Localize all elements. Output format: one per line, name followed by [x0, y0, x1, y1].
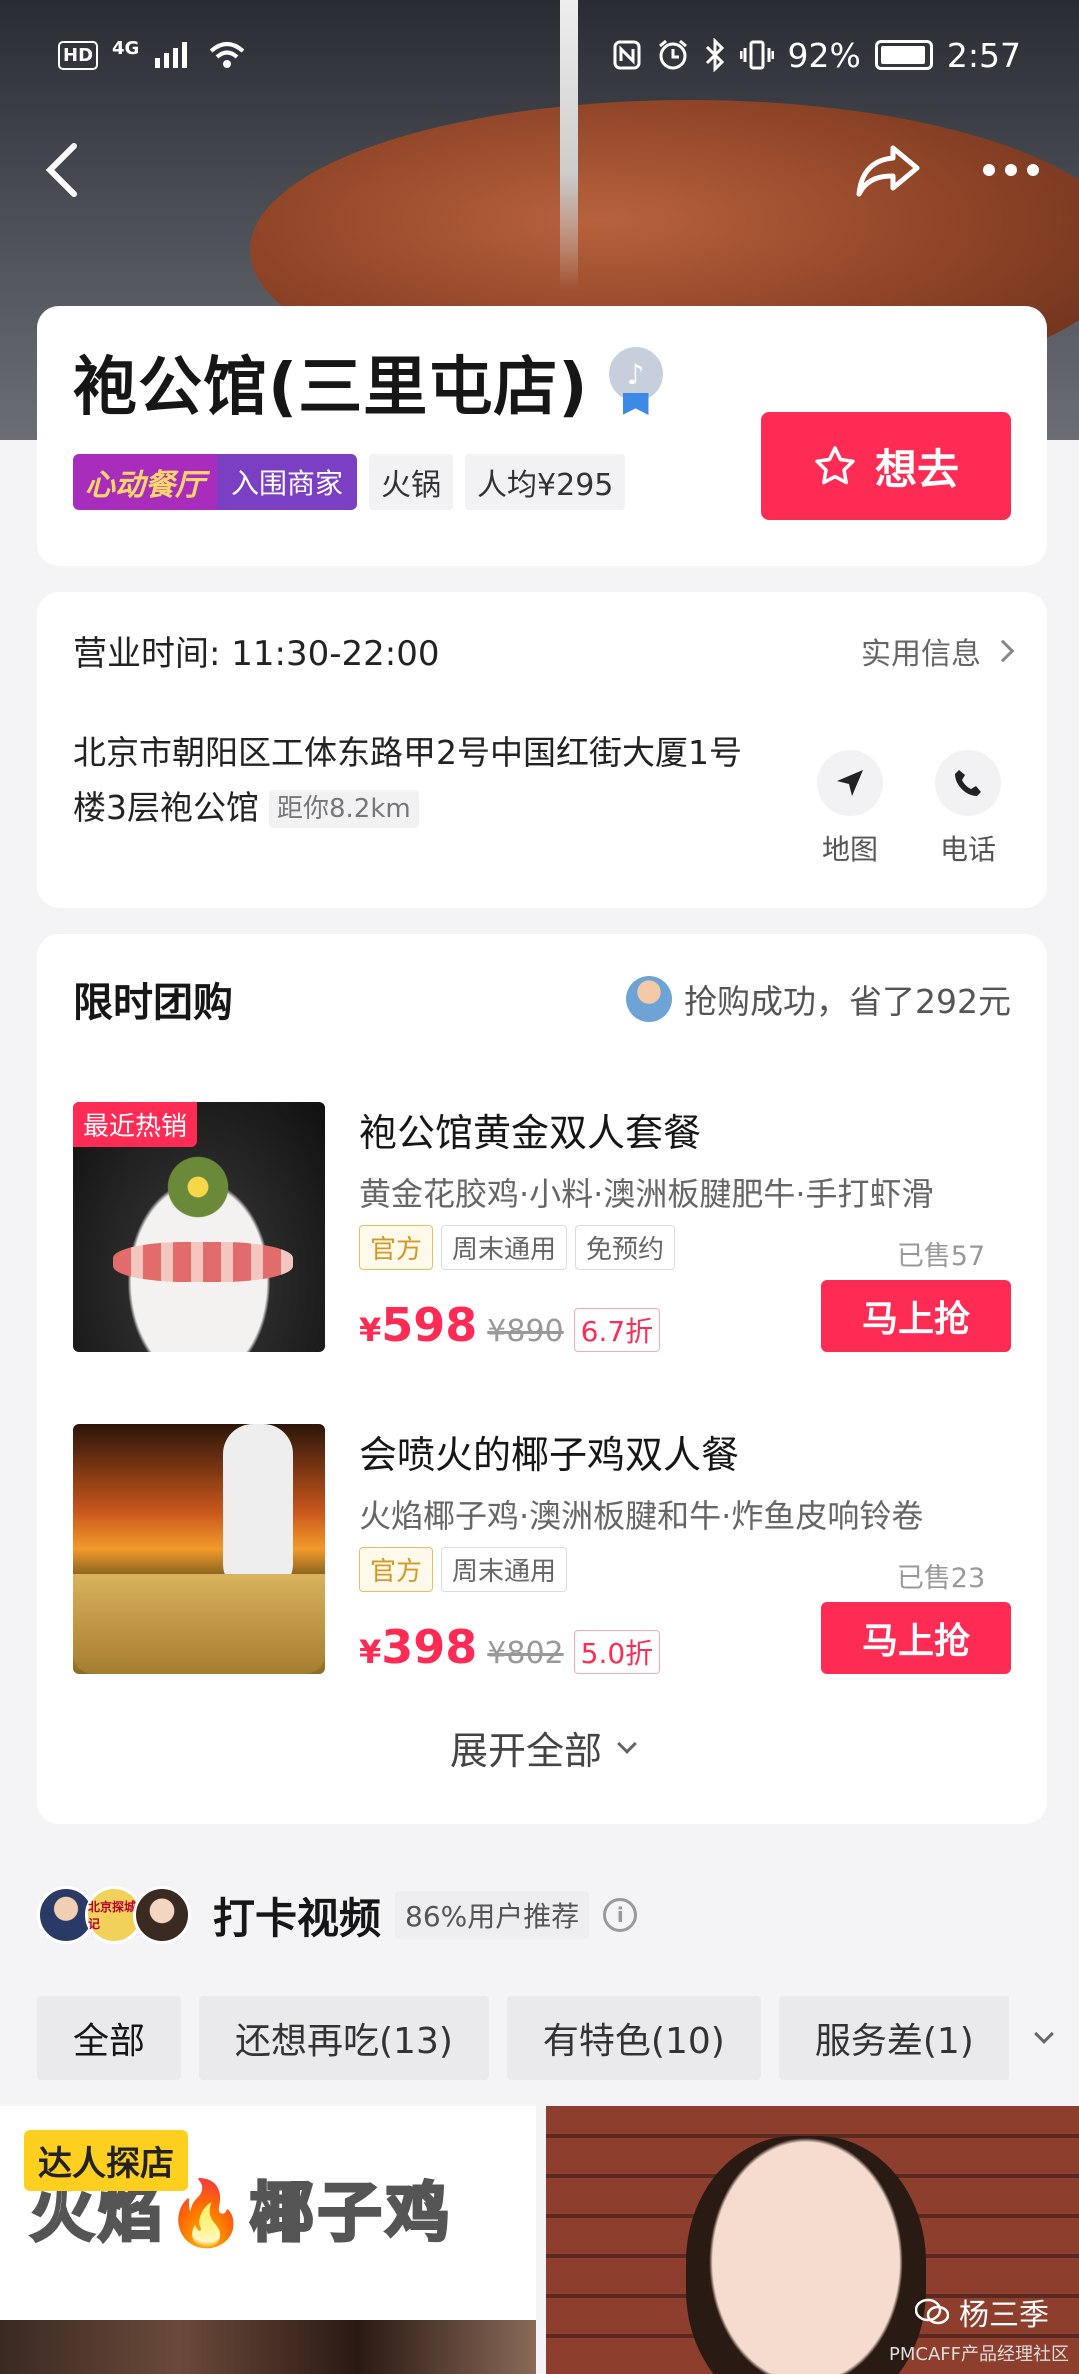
deal-note: 抢购成功，省了292元: [626, 975, 1011, 1023]
deal-description: 黄金花胶鸡·小料·澳洲板腱肥牛·手打虾滑: [359, 1175, 934, 1213]
star-icon: [815, 446, 855, 485]
deal-thumbnail: 最近热销: [73, 1102, 325, 1352]
navigation-arrow-icon: [837, 770, 863, 796]
want-label: 想去: [874, 444, 959, 494]
award-badge[interactable]: 心动餐厅 入围商家: [73, 454, 358, 510]
deal-thumbnail: [73, 1424, 325, 1674]
verified-badge-icon: ♪: [608, 347, 665, 417]
sold-count: 已售57: [896, 1241, 986, 1272]
weekend-tag: 周末通用: [441, 1547, 568, 1592]
practical-info-link[interactable]: 实用信息: [861, 629, 1015, 673]
hd-indicator: HD: [58, 40, 99, 70]
store-card: 袍公馆(三里屯店) ♪ 心动餐厅 入围商家 火锅 人均¥295 想去: [37, 306, 1047, 566]
avg-price-tag: 人均¥295: [465, 454, 626, 510]
award-logo: 心动餐厅: [73, 454, 217, 510]
deal-name: 袍公馆黄金双人套餐: [359, 1111, 702, 1155]
battery-icon: [874, 40, 933, 70]
price-currency: ¥: [359, 1633, 382, 1671]
back-arrow-icon[interactable]: [40, 140, 84, 200]
address[interactable]: 北京市朝阳区工体东路甲2号中国红街大厦1号楼3层袍公馆 距你8.2km: [73, 725, 773, 837]
video-person-image: [686, 2136, 926, 2374]
group-deals-card: 限时团购 抢购成功，省了292元 最近热销 袍公馆黄金双人套餐 黄金花胶鸡·小料…: [37, 934, 1047, 1824]
deal-description: 火焰椰子鸡·澳洲板腱和牛·炸鱼皮响铃卷: [359, 1497, 924, 1535]
checkin-videos-header: 北京探城记 打卡视频 86%用户推荐 i: [37, 1880, 1047, 1950]
award-label: 入围商家: [217, 454, 358, 510]
deal-item[interactable]: 最近热销 袍公馆黄金双人套餐 黄金花胶鸡·小料·澳洲板腱肥牛·手打虾滑 官方 周…: [73, 1102, 1011, 1352]
deal-price: ¥398: [359, 1620, 477, 1674]
influencer-badge: 达人探店: [24, 2130, 188, 2191]
watermark-sub: PMCAFF产品经理社区: [889, 2344, 1069, 2365]
watermark-text: 杨三季: [959, 2298, 1049, 2333]
info-card: 营业时间: 11:30-22:00 实用信息 北京市朝阳区工体东路甲2号中国红街…: [37, 592, 1047, 908]
chevron-right-icon: [991, 639, 1015, 662]
no-reservation-tag: 免预约: [575, 1225, 676, 1270]
filter-want-again[interactable]: 还想再吃(13): [199, 1996, 489, 2080]
phone-button[interactable]: 电话: [935, 750, 1001, 868]
recommend-badge: 86%用户推荐: [395, 1891, 590, 1939]
price-value: 398: [381, 1620, 478, 1674]
map-button[interactable]: 地图: [817, 750, 883, 868]
deal-name: 会喷火的椰子鸡双人餐: [359, 1433, 740, 1477]
business-hours: 营业时间: 11:30-22:00: [73, 634, 440, 674]
distance-badge: 距你8.2km: [269, 790, 419, 828]
videos-title: 打卡视频: [213, 1893, 382, 1943]
sold-count: 已售23: [896, 1563, 986, 1594]
filter-all[interactable]: 全部: [37, 1996, 182, 2080]
deal-item[interactable]: 会喷火的椰子鸡双人餐 火焰椰子鸡·澳洲板腱和牛·炸鱼皮响铃卷 官方 周末通用 已…: [73, 1424, 1011, 1674]
avatar-group: 北京探城记: [37, 1886, 191, 1944]
chevron-down-icon: [1034, 2024, 1054, 2044]
map-label: 地图: [821, 833, 878, 866]
chevron-down-icon: [617, 1733, 637, 1754]
deal-note-text: 抢购成功，省了292元: [684, 982, 1011, 1021]
cuisine-tag: 火锅: [369, 454, 454, 510]
wifi-icon: [210, 42, 245, 68]
expand-all-label: 展开全部: [449, 1729, 602, 1773]
top-nav: [0, 120, 1079, 220]
video-thumbnail[interactable]: 火焰🔥椰子鸡 达人探店: [0, 2106, 536, 2374]
price-currency: ¥: [359, 1311, 382, 1349]
practical-info-label: 实用信息: [861, 636, 981, 672]
clock: 2:57: [946, 35, 1021, 75]
buyer-avatar: [626, 976, 672, 1022]
weekend-tag: 周末通用: [441, 1225, 568, 1270]
official-tag: 官方: [359, 1225, 434, 1270]
deal-price: ¥598: [359, 1298, 477, 1352]
buy-now-button[interactable]: 马上抢: [821, 1280, 1011, 1352]
battery-percent: 92%: [787, 35, 861, 75]
network-label: 4G: [112, 37, 140, 59]
store-name: 袍公馆(三里屯店): [73, 351, 589, 425]
discount-badge: 6.7折: [573, 1308, 661, 1352]
buy-now-button[interactable]: 马上抢: [821, 1602, 1011, 1674]
share-icon[interactable]: [853, 140, 923, 200]
filter-distinctive[interactable]: 有特色(10): [506, 1996, 761, 2080]
status-bar: HD 4G 92% 2:57: [0, 0, 1079, 110]
phone-label: 电话: [939, 833, 996, 866]
deals-title: 限时团购: [73, 980, 233, 1026]
filters-expand-button[interactable]: [1009, 1996, 1079, 2080]
original-price: ¥802: [487, 1636, 564, 1671]
signal-icon: [155, 42, 188, 68]
expand-all-button[interactable]: 展开全部: [37, 1720, 1047, 1775]
wechat-icon: [915, 2298, 949, 2325]
watermark: 杨三季: [915, 2290, 1049, 2334]
avatar: [133, 1886, 191, 1944]
discount-badge: 5.0折: [573, 1630, 661, 1674]
filter-bad-service[interactable]: 服务差(1): [778, 1996, 1010, 2080]
nfc-icon: [613, 40, 641, 70]
video-thumbnail[interactable]: 杨三季 PMCAFF产品经理社区: [546, 2106, 1079, 2374]
price-value: 598: [381, 1298, 478, 1352]
want-to-go-button[interactable]: 想去: [761, 412, 1011, 520]
hot-badge: 最近热销: [73, 1102, 198, 1147]
phone-icon: [955, 770, 981, 796]
alarm-icon: [658, 39, 687, 70]
page: HD 4G 92% 2:57 袍公馆(三里屯店) ♪ 心动餐厅 入围商家 火锅 …: [0, 0, 1079, 2374]
original-price: ¥890: [487, 1314, 564, 1349]
review-filters: 全部 还想再吃(13) 有特色(10) 服务差(1): [37, 1996, 1079, 2080]
bluetooth-icon: [705, 38, 724, 72]
more-options-icon[interactable]: [983, 164, 1039, 176]
info-icon[interactable]: i: [603, 1898, 638, 1932]
vibrate-icon: [739, 40, 774, 70]
official-tag: 官方: [359, 1547, 434, 1592]
